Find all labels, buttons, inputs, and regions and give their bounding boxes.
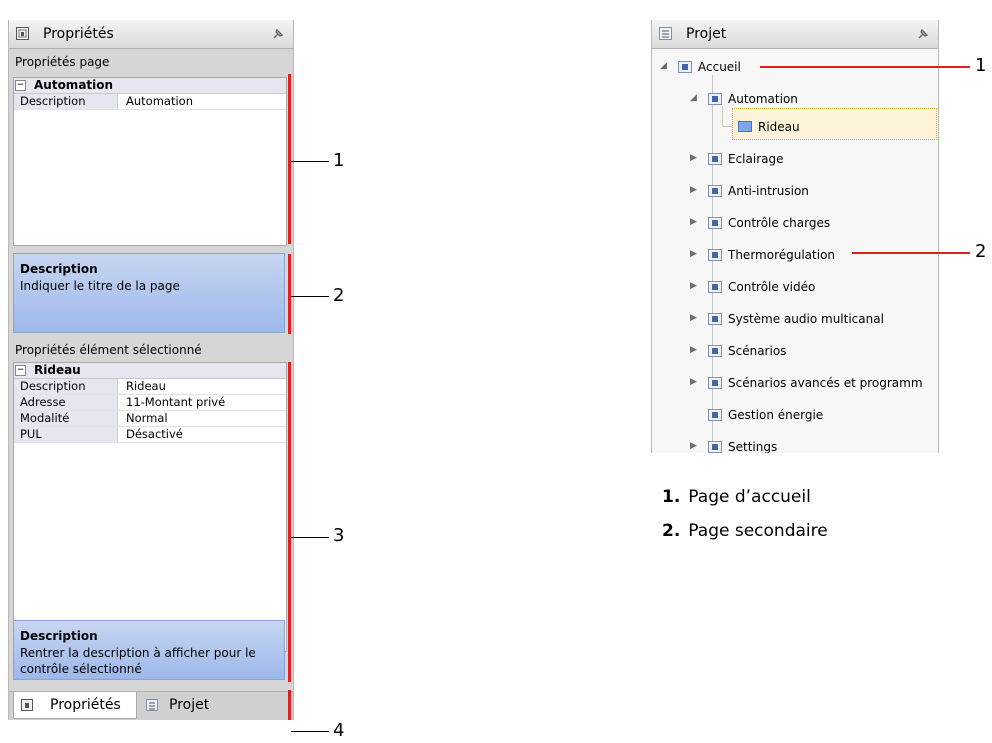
callout-number-4: 4 (333, 720, 345, 741)
expand-arrow-icon[interactable]: ▶ (690, 217, 697, 227)
callout-number-right-2: 2 (975, 241, 987, 262)
property-row-description[interactable]: Description Rideau (14, 379, 286, 395)
property-row-address[interactable]: Adresse 11-Montant privé (14, 395, 286, 411)
panel-tab-bar: Propriétés Projet (9, 691, 293, 720)
description-text: Indiquer le titre de la page (20, 279, 180, 293)
expand-arrow-icon[interactable]: ◢ (660, 61, 667, 71)
properties-icon (21, 699, 33, 711)
element-description-box: Description Rentrer la description à aff… (13, 620, 285, 680)
expand-arrow-icon[interactable]: ▶ (690, 441, 697, 451)
tree-item-automation[interactable]: Automation (708, 89, 798, 109)
tree-item-controle-charges[interactable]: Contrôle charges (708, 213, 830, 233)
callout-bar-1 (288, 74, 291, 244)
description-text-line2: contrôle sélectionné (20, 662, 142, 676)
tree-item-anti-intrusion[interactable]: Anti-intrusion (708, 181, 809, 201)
page-group-header[interactable]: − Automation (14, 78, 286, 94)
page-icon (708, 184, 722, 197)
page-property-grid: − Automation Description Automation (13, 77, 287, 246)
tree-item-settings[interactable]: Settings (708, 437, 777, 453)
page-icon (708, 216, 722, 229)
page-icon (708, 312, 722, 325)
page-properties-label: Propriétés page (15, 55, 110, 69)
properties-icon (16, 27, 29, 40)
tree-connector (722, 106, 723, 126)
callout-line-1 (760, 66, 970, 68)
page-icon (678, 60, 692, 73)
property-row[interactable]: Description Automation (14, 94, 286, 110)
project-titlebar: Projet (652, 20, 938, 49)
page-icon (708, 408, 722, 421)
callout-number-1: 1 (333, 150, 345, 171)
tree-connector (722, 126, 732, 127)
legend-item-1: 1. Page d’accueil (662, 487, 811, 507)
expand-arrow-icon[interactable]: ▶ (690, 249, 697, 259)
collapse-icon[interactable]: − (15, 80, 26, 91)
page-icon (708, 376, 722, 389)
expand-arrow-icon[interactable]: ▶ (690, 313, 697, 323)
project-panel: Projet ◢ Accueil ◢ Automation Rideau ▶ E… (651, 20, 939, 453)
tree-item-gestion-energie[interactable]: Gestion énergie (708, 405, 823, 425)
project-icon (146, 699, 158, 711)
element-group-header[interactable]: − Rideau (14, 363, 286, 379)
expand-arrow-icon[interactable]: ▶ (690, 153, 697, 163)
property-row-modality[interactable]: Modalité Normal (14, 411, 286, 427)
expand-arrow-icon[interactable]: ▶ (690, 281, 697, 291)
description-title: Description (20, 262, 98, 276)
callout-number-right-1: 1 (975, 55, 987, 76)
page-icon (708, 248, 722, 261)
page-description-box: Description Indiquer le titre de la page (13, 253, 285, 333)
callout-number-2: 2 (333, 285, 345, 306)
tab-properties[interactable]: Propriétés (13, 692, 137, 719)
callout-leader-1 (291, 161, 329, 162)
expand-arrow-icon[interactable]: ◢ (690, 93, 697, 103)
page-icon (708, 152, 722, 165)
page-icon (708, 344, 722, 357)
tree-item-thermoregulation[interactable]: Thermorégulation (708, 245, 835, 265)
expand-arrow-icon[interactable]: ▶ (690, 185, 697, 195)
callout-bar-4 (288, 690, 291, 720)
description-title: Description (20, 629, 98, 643)
page-icon (708, 440, 722, 453)
tree-item-eclairage[interactable]: Eclairage (708, 149, 784, 169)
element-property-grid: − Rideau Description Rideau Adresse 11-M… (13, 362, 287, 652)
page-icon (708, 92, 722, 105)
expand-arrow-icon[interactable]: ▶ (690, 377, 697, 387)
tree-item-scenarios-avances[interactable]: Scénarios avancés et programm (708, 373, 923, 393)
description-text-line1: Rentrer la description à afficher pour l… (20, 646, 256, 660)
properties-title: Propriétés (43, 26, 114, 42)
project-icon (659, 27, 672, 40)
callout-number-3: 3 (333, 525, 345, 546)
tab-project[interactable]: Projet (139, 692, 223, 718)
properties-panel: Propriétés Propriétés page − Automation … (8, 20, 294, 720)
pin-icon[interactable] (271, 27, 285, 41)
tree-item-controle-video[interactable]: Contrôle vidéo (708, 277, 815, 297)
callout-leader-4 (291, 731, 329, 732)
callout-leader-3 (291, 537, 329, 538)
property-row-pul[interactable]: PUL Désactivé (14, 427, 286, 443)
properties-titlebar: Propriétés (9, 20, 293, 49)
pin-icon[interactable] (916, 27, 930, 41)
callout-bar-2 (288, 254, 291, 334)
element-properties-label: Propriétés élément sélectionné (15, 343, 202, 357)
page-icon (708, 280, 722, 293)
legend-item-2: 2. Page secondaire (662, 521, 828, 541)
shutter-icon (738, 121, 752, 132)
callout-leader-2 (291, 296, 329, 297)
tree-item-accueil[interactable]: Accueil (678, 57, 741, 77)
tree-item-scenarios[interactable]: Scénarios (708, 341, 786, 361)
tree-item-rideau[interactable]: Rideau (738, 117, 800, 137)
collapse-icon[interactable]: − (15, 365, 26, 376)
tree-item-systeme-audio[interactable]: Système audio multicanal (708, 309, 884, 329)
callout-bar-3 (288, 362, 291, 682)
callout-line-2 (852, 252, 970, 254)
expand-arrow-icon[interactable]: ▶ (690, 345, 697, 355)
project-title: Projet (686, 26, 727, 42)
